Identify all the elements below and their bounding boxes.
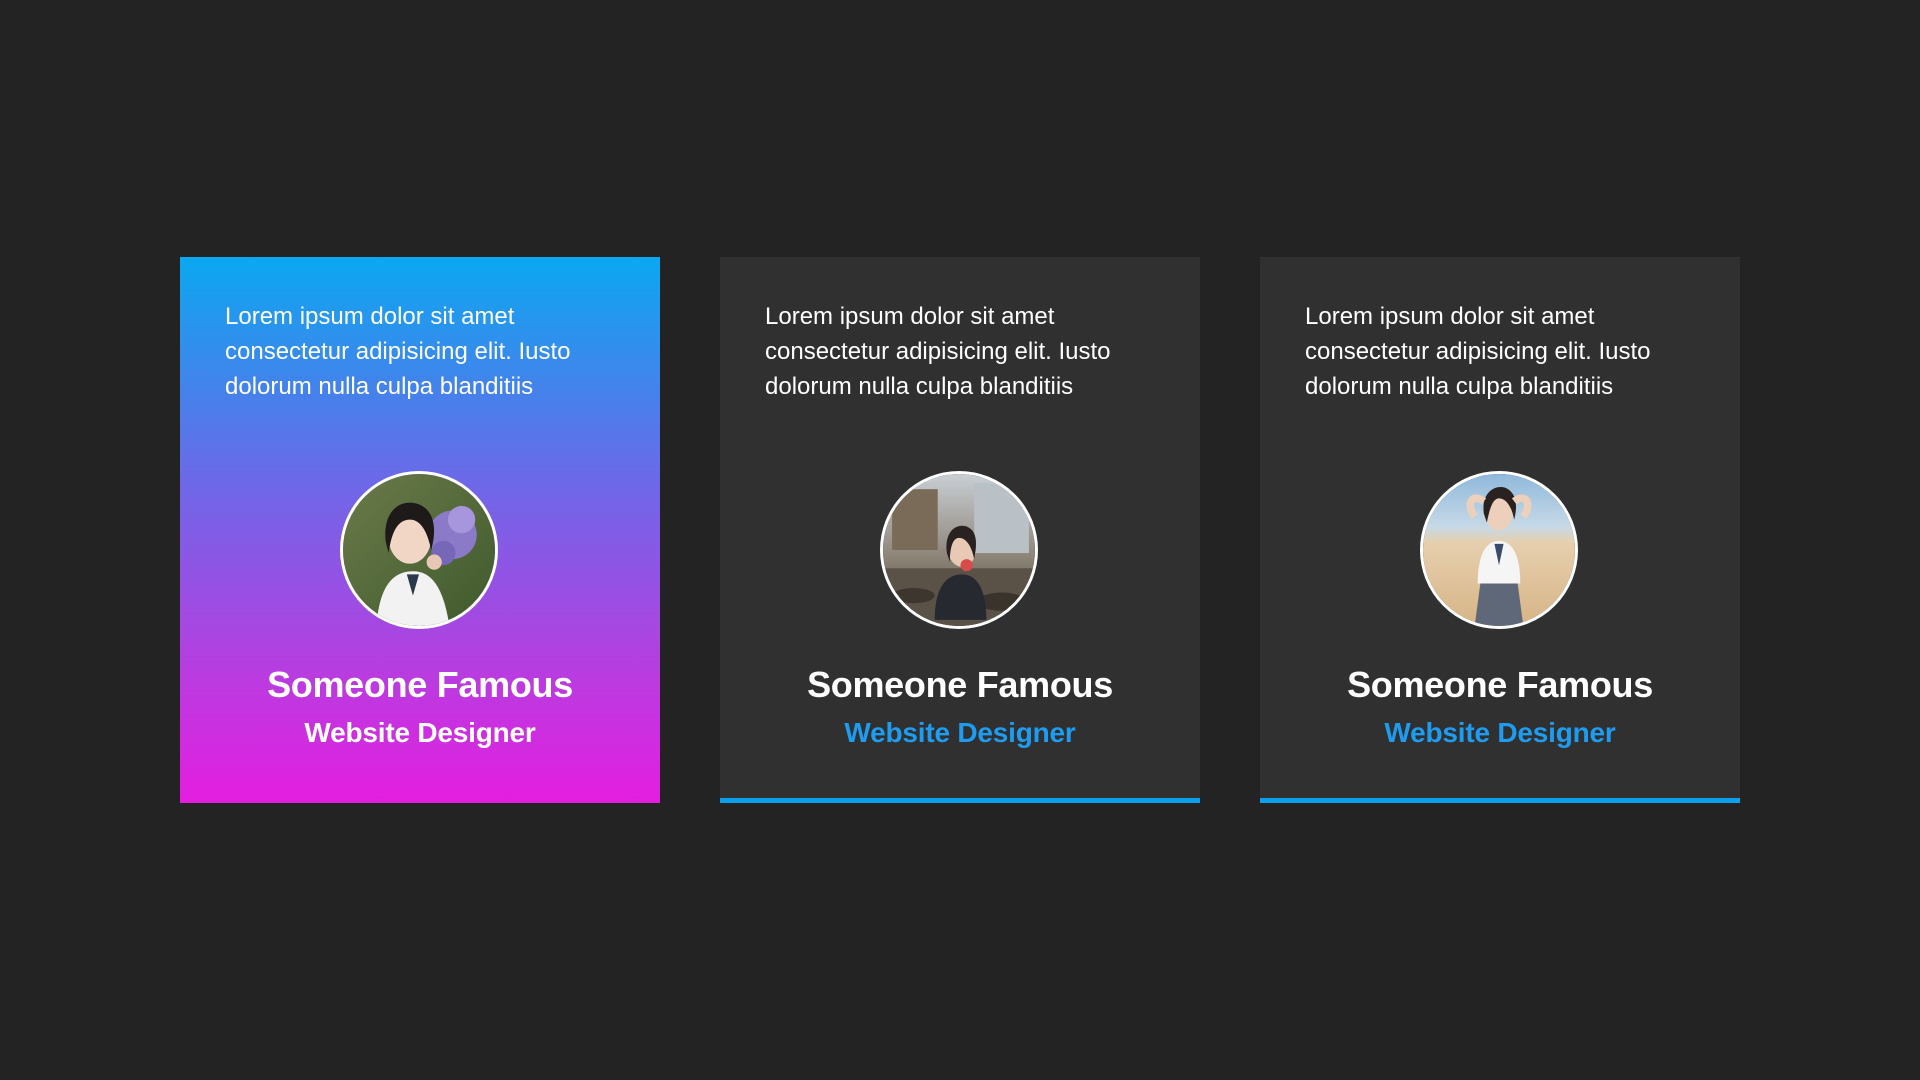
- person-name: Someone Famous: [267, 664, 573, 705]
- person-name: Someone Famous: [807, 664, 1113, 705]
- testimonial-quote: Lorem ipsum dolor sit amet consectetur a…: [1305, 303, 1651, 400]
- avatar: [880, 471, 1038, 629]
- person-role: Website Designer: [844, 717, 1076, 748]
- person-role: Website Designer: [304, 717, 536, 748]
- card-accent-bar: [1260, 798, 1740, 803]
- testimonial-quote: Lorem ipsum dolor sit amet consectetur a…: [765, 303, 1111, 400]
- testimonial-section: Lorem ipsum dolor sit amet consectetur a…: [0, 0, 1920, 1080]
- card-accent-bar: [720, 798, 1200, 803]
- testimonial-card-1[interactable]: Lorem ipsum dolor sit amet consectetur a…: [180, 257, 660, 803]
- person-role: Website Designer: [1384, 717, 1616, 748]
- avatar-photo-river-icon: [883, 474, 1035, 626]
- testimonial-quote: Lorem ipsum dolor sit amet consectetur a…: [225, 303, 571, 400]
- avatar-photo-hydrangea-icon: [343, 474, 495, 626]
- avatar: [340, 471, 498, 629]
- testimonial-card-2[interactable]: Lorem ipsum dolor sit amet consectetur a…: [720, 257, 1200, 803]
- avatar: [1420, 471, 1578, 629]
- testimonial-card-3[interactable]: Lorem ipsum dolor sit amet consectetur a…: [1260, 257, 1740, 803]
- avatar-photo-beach-icon: [1423, 474, 1575, 626]
- person-name: Someone Famous: [1347, 664, 1653, 705]
